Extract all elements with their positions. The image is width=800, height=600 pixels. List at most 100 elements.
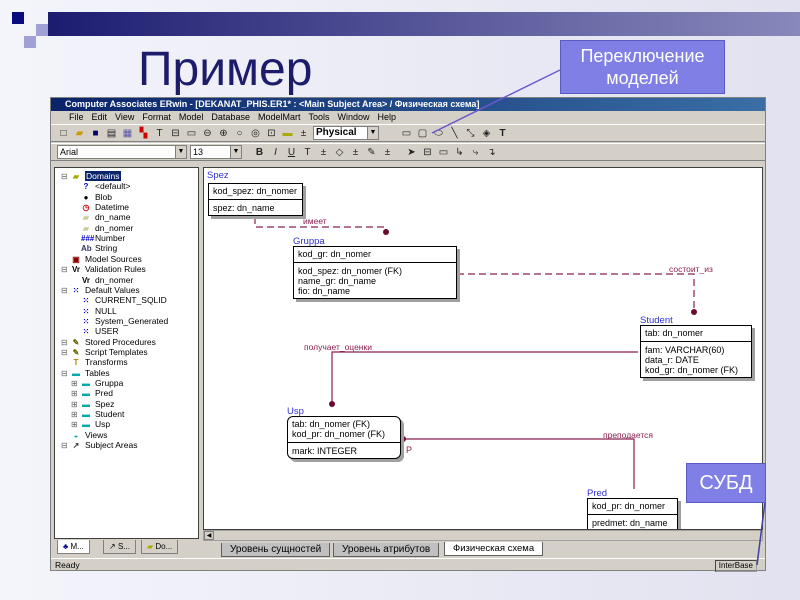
rel-label-prepodaetsya[interactable]: преподается <box>603 430 653 440</box>
new-icon[interactable]: □ <box>57 127 70 140</box>
tree-item[interactable]: ◒ Views <box>61 430 108 440</box>
rounded-rect-tool-icon[interactable]: ▢ <box>416 127 429 140</box>
menu-database[interactable]: Database <box>211 111 250 124</box>
menu-view[interactable]: View <box>115 111 134 124</box>
tree-item[interactable]: ▰ dn_name <box>81 212 131 222</box>
tree-item[interactable]: ⊞ ▬ Pred <box>71 388 113 398</box>
entity-usp[interactable]: tab: dn_nomer (FK) kod_pr: dn_nomer (FK) … <box>287 416 401 459</box>
rel-label-poluchaet[interactable]: получает_оценки <box>304 342 372 352</box>
format-icon[interactable]: T <box>153 127 166 140</box>
rel-label-imeet[interactable]: имеет <box>303 216 327 226</box>
dropdown-icon[interactable]: ± <box>317 146 330 159</box>
open-icon[interactable]: ▰ <box>73 127 86 140</box>
tree-item[interactable]: ● Blob <box>81 192 112 202</box>
rel-label-sostoit[interactable]: состоит_из <box>669 264 713 274</box>
menu-format[interactable]: Format <box>142 111 171 124</box>
tree-item[interactable]: ⊞ ▬ Usp <box>71 419 110 429</box>
entity-gruppa[interactable]: kod_gr: dn_nomer kod_spez: dn_nomer (FK)… <box>293 246 457 299</box>
entity-tool-icon[interactable]: ⊟ <box>421 146 434 159</box>
tree-item[interactable]: ⊟ Vr Validation Rules <box>61 264 146 274</box>
view-tool-icon[interactable]: ▭ <box>437 146 450 159</box>
zoom-all-icon[interactable]: ⊡ <box>265 127 278 140</box>
tree-item[interactable]: ⊟ ⁙ Default Values <box>61 285 140 295</box>
left-tab-subject[interactable]: ↗ S... <box>103 540 136 554</box>
relationship-display-icon[interactable]: ▭ <box>185 127 198 140</box>
fill-color-icon[interactable]: ◇ <box>333 146 346 159</box>
tree-item[interactable]: ⊟ ✎ Script Templates <box>61 347 148 357</box>
menu-tools[interactable]: Tools <box>308 111 329 124</box>
line-tool-icon[interactable]: ╲ <box>448 127 461 140</box>
tree-item[interactable]: ⁙ USER <box>81 326 119 336</box>
entity-pred[interactable]: kod_pr: dn_nomer predmet: dn_name <box>587 498 678 529</box>
tab-entity-level[interactable]: Уровень сущностей <box>221 543 331 557</box>
tree-item[interactable]: ⁙ CURRENT_SQLID <box>81 295 167 305</box>
left-tab-model[interactable]: ♣ M... <box>57 540 90 554</box>
collapse-icon[interactable]: ⊟ <box>61 286 71 296</box>
subject-area-icon[interactable]: ▬ <box>281 127 294 140</box>
ellipse-tool-icon[interactable]: ⬭ <box>432 127 445 140</box>
expand-icon[interactable]: ⊞ <box>71 400 81 410</box>
expand-icon[interactable]: ⊞ <box>71 389 81 399</box>
bold-icon[interactable]: B <box>253 146 266 159</box>
identifying-rel-icon[interactable]: ↳ <box>453 146 466 159</box>
tree-item[interactable]: ⊟ ▬ Tables <box>61 368 110 378</box>
collapse-icon[interactable]: ⊟ <box>61 172 71 182</box>
dropdown-icon[interactable]: ± <box>349 146 362 159</box>
colors-icon[interactable]: ▚ <box>137 127 150 140</box>
menu-help[interactable]: Help <box>378 111 397 124</box>
underline-icon[interactable]: U <box>285 146 298 159</box>
scroll-left-icon[interactable]: ◀ <box>204 531 214 540</box>
tab-attribute-level[interactable]: Уровень атрибутов <box>333 543 440 557</box>
tree-item[interactable]: ? <default> <box>81 181 131 191</box>
line-color-icon[interactable]: ✎ <box>365 146 378 159</box>
tree-item[interactable]: ###Number <box>81 233 125 243</box>
tree-item[interactable]: ⁙ NULL <box>81 306 117 316</box>
tree-item[interactable]: ⊟ ↗ Subject Areas <box>61 440 137 450</box>
zoom-in-icon[interactable]: ⊕ <box>217 127 230 140</box>
entity-student[interactable]: tab: dn_nomer fam: VARCHAR(60) data_r: D… <box>640 325 752 378</box>
polyline-tool-icon[interactable]: ⤡ <box>464 127 477 140</box>
model-type-select[interactable]: Physical ▼ <box>313 126 379 140</box>
collapse-icon[interactable]: ⊟ <box>61 369 71 379</box>
expand-icon[interactable]: ⊞ <box>71 410 81 420</box>
rel-line-prepodaetsya[interactable] <box>402 438 635 489</box>
menu-file[interactable]: File <box>69 111 84 124</box>
entity-spez[interactable]: kod_spez: dn_nomer spez: dn_name <box>208 183 303 216</box>
tree-item[interactable]: ◷ Datetime <box>81 202 130 212</box>
text-color-icon[interactable]: T <box>301 146 314 159</box>
text-tool-icon[interactable]: T <box>496 127 509 140</box>
tree-item[interactable]: T Transforms <box>61 357 128 367</box>
tree-item[interactable]: ⊟ ✎ Stored Procedures <box>61 337 156 347</box>
menu-model[interactable]: Model <box>179 111 204 124</box>
tree-item[interactable]: ▰ dn_nomer <box>81 223 133 233</box>
collapse-icon[interactable]: ⊟ <box>61 441 71 451</box>
entity-display-icon[interactable]: ⊟ <box>169 127 182 140</box>
pointer-icon[interactable]: ➤ <box>405 146 418 159</box>
diagram-canvas[interactable]: имеет состоит_из получает_оценки препода… <box>203 167 763 530</box>
fill-tool-icon[interactable]: ◈ <box>480 127 493 140</box>
zoom-fit-icon[interactable]: ◎ <box>249 127 262 140</box>
left-tab-domains[interactable]: ▰ Do... <box>141 540 179 554</box>
non-identifying-rel-icon[interactable]: ↴ <box>485 146 498 159</box>
tree-item[interactable]: ⊟ ▰ Domains <box>61 171 121 181</box>
dropdown-icon[interactable]: ± <box>297 127 310 140</box>
tab-physical-schema[interactable]: Физическая схема <box>444 542 544 556</box>
many-to-many-icon[interactable]: ⤷ <box>469 146 482 159</box>
font-size-select[interactable]: 13 ▼ <box>190 145 242 159</box>
zoom-icon[interactable]: ○ <box>233 127 246 140</box>
rel-line-sostoit[interactable] <box>457 273 695 311</box>
tree-item[interactable]: Vr dn_nomer <box>81 275 133 285</box>
tree-item[interactable]: ⊞ ▬ Student <box>71 409 124 419</box>
tree-item[interactable]: ▣ Model Sources <box>61 254 141 264</box>
italic-icon[interactable]: I <box>269 146 282 159</box>
rel-line-poluchaet[interactable] <box>331 351 638 404</box>
save-icon[interactable]: ■ <box>89 127 102 140</box>
menu-modelmart[interactable]: ModelMart <box>258 111 301 124</box>
expand-icon[interactable]: ⊞ <box>71 379 81 389</box>
tree-item[interactable]: ⊞ ▬ Spez <box>71 399 114 409</box>
menu-window[interactable]: Window <box>337 111 369 124</box>
rectangle-tool-icon[interactable]: ▭ <box>400 127 413 140</box>
font-select[interactable]: Arial ▼ <box>57 145 187 159</box>
menu-edit[interactable]: Edit <box>92 111 108 124</box>
tree-item[interactable]: ⊞ ▬ Gruppa <box>71 378 123 388</box>
